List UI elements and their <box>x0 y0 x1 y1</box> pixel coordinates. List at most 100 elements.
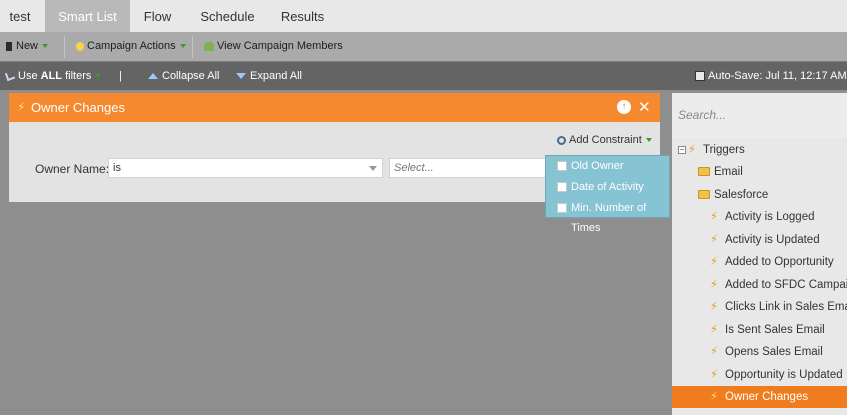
value-select[interactable]: Select... <box>389 158 549 178</box>
new-menu-button[interactable]: New <box>6 32 49 62</box>
collapse-toggle-icon[interactable]: − <box>678 146 686 154</box>
tree-label: Activity is Updated <box>725 234 820 247</box>
campaign-actions-button[interactable]: Campaign Actions <box>76 32 186 62</box>
tab-strip: test Smart List Flow Schedule Results <box>0 0 847 32</box>
use-suffix: filters <box>62 70 92 82</box>
chevron-down-icon <box>42 44 49 49</box>
trigger-tree: − ⚡ Triggers Email Salesforce ⚡ Activity is… <box>672 138 847 415</box>
value-placeholder: Select... <box>394 162 434 174</box>
new-label: New <box>16 40 39 52</box>
checkbox[interactable] <box>557 203 567 213</box>
constraint-option-date-of-activity[interactable]: Date of Activity <box>546 177 669 198</box>
tree-label: Salesforce <box>714 189 769 201</box>
collapse-all-label: Collapse All <box>162 70 220 82</box>
filter-card-title: Owner Changes <box>31 100 125 115</box>
trigger-bolt-icon: ⚡ <box>710 256 719 268</box>
expand-icon <box>236 73 246 80</box>
folder-icon <box>698 190 710 200</box>
trigger-bolt-icon: ⚡ <box>710 369 719 381</box>
operator-select[interactable]: is <box>108 158 383 178</box>
trigger-item[interactable]: ⚡ Added to Opportunity <box>710 251 834 273</box>
members-icon <box>204 41 214 51</box>
trigger-item[interactable]: ⚡ Is Sent Sales Email <box>710 319 825 341</box>
tree-root-triggers[interactable]: − ⚡ Triggers <box>678 139 745 161</box>
constraint-option-old-owner[interactable]: Old Owner <box>546 156 669 177</box>
autosave-status: Auto-Save: Jul 11, 12:17 AM EDT <box>695 62 847 90</box>
lightbulb-icon <box>76 41 84 51</box>
trigger-bolt-icon: ⚡ <box>710 301 719 313</box>
constraint-icon <box>557 135 566 145</box>
action-toolbar: New Campaign Actions View Campaign Membe… <box>0 32 847 62</box>
tree-folder-email[interactable]: Email <box>698 161 743 183</box>
trigger-item[interactable]: ⚡ Added to SFDC Campaign <box>710 274 847 296</box>
folder-icon <box>698 167 710 177</box>
new-icon <box>6 41 12 51</box>
trigger-bolt-icon: ⚡ <box>710 324 719 336</box>
filter-bar: Use ALL filters | Collapse All Expand Al… <box>0 62 847 90</box>
trigger-bolt-icon: ⚡ <box>710 234 719 246</box>
constraint-option-label: Min. Number of Times <box>571 202 647 234</box>
chevron-down-icon <box>95 74 102 79</box>
chevron-down-icon <box>645 138 652 143</box>
trigger-palette: Search... − ⚡ Triggers Email Salesforce ⚡ A… <box>672 93 847 415</box>
view-campaign-members-button[interactable]: View Campaign Members <box>204 32 343 62</box>
expand-all-label: Expand All <box>250 70 302 82</box>
view-members-label: View Campaign Members <box>217 40 343 52</box>
tree-label: Opens Sales Email <box>725 346 823 359</box>
filterbar-divider: | <box>119 70 122 82</box>
toolbar-divider <box>64 36 65 58</box>
use-all: ALL <box>40 70 63 82</box>
checkbox[interactable] <box>557 161 567 171</box>
tree-label: Added to SFDC Campaign <box>725 279 847 292</box>
search-input[interactable]: Search... <box>672 93 847 138</box>
trigger-bolt-icon: ⚡ <box>710 346 719 358</box>
constraint-option-label: Date of Activity <box>571 181 644 193</box>
autosave-label: Auto-Save: Jul 11, 12:17 AM EDT <box>708 70 847 82</box>
trigger-bolt-icon: ⚡ <box>710 391 719 403</box>
trigger-item[interactable]: ⚡ Opens Sales Email <box>710 341 823 363</box>
operator-value: is <box>113 162 121 174</box>
checkbox[interactable] <box>557 182 567 192</box>
tab-results[interactable]: Results <box>275 0 330 32</box>
tab-test[interactable]: test <box>0 0 40 32</box>
tree-label: Triggers <box>703 144 745 157</box>
trigger-item[interactable]: ⚡ Activity is Updated <box>710 229 820 251</box>
campaign-actions-label: Campaign Actions <box>87 40 176 52</box>
tab-flow[interactable]: Flow <box>135 0 180 32</box>
tree-label: Opportunity is Updated <box>725 369 843 382</box>
collapse-icon <box>148 73 158 80</box>
tree-label: Owner Changes <box>725 391 809 404</box>
wrench-icon <box>4 70 16 82</box>
tree-label: Activity is Logged <box>725 211 815 224</box>
tree-label: Is Sent Sales Email <box>725 324 825 337</box>
tree-label: Added to Opportunity <box>725 256 834 269</box>
constraint-option-label: Old Owner <box>571 160 624 172</box>
tree-folder-salesforce[interactable]: Salesforce <box>698 184 768 206</box>
constraint-dropdown: Old Owner Date of Activity Min. Number o… <box>545 155 670 234</box>
use-prefix: Use <box>18 70 41 82</box>
toolbar-divider <box>192 36 193 58</box>
expand-all-button[interactable]: Expand All <box>236 62 302 90</box>
trigger-bolt-icon: ⚡ <box>688 144 697 156</box>
owner-name-label: Owner Name: <box>35 162 110 176</box>
tab-schedule[interactable]: Schedule <box>190 0 265 32</box>
filter-logic-menu[interactable]: Use ALL filters <box>4 62 102 90</box>
collapse-all-button[interactable]: Collapse All <box>148 62 219 90</box>
filter-card-header[interactable]: ⚡ Owner Changes ↑ ✕ <box>9 93 660 122</box>
trigger-bolt-icon: ⚡ <box>710 279 719 291</box>
save-disk-icon <box>695 71 705 82</box>
trigger-item[interactable]: ⚡ Opportunity is Updated <box>710 364 843 386</box>
trigger-item[interactable]: ⚡ Clicks Link in Sales Email <box>710 296 847 318</box>
chevron-down-icon <box>369 166 377 171</box>
move-up-icon[interactable]: ↑ <box>617 100 631 114</box>
add-constraint-label: Add Constraint <box>569 134 642 146</box>
close-icon[interactable]: ✕ <box>638 93 651 122</box>
tab-smart-list[interactable]: Smart List <box>45 0 130 32</box>
trigger-bolt-icon: ⚡ <box>710 211 719 223</box>
trigger-item-selected[interactable]: ⚡ Owner Changes <box>672 386 847 408</box>
constraint-option-min-number-of-times[interactable]: Min. Number of Times <box>546 198 669 234</box>
trigger-item[interactable]: ⚡ Activity is Logged <box>710 206 815 228</box>
add-constraint-button[interactable]: Add Constraint <box>557 134 652 146</box>
tree-label: Email <box>714 166 743 178</box>
trigger-bolt-icon: ⚡ <box>17 100 26 114</box>
